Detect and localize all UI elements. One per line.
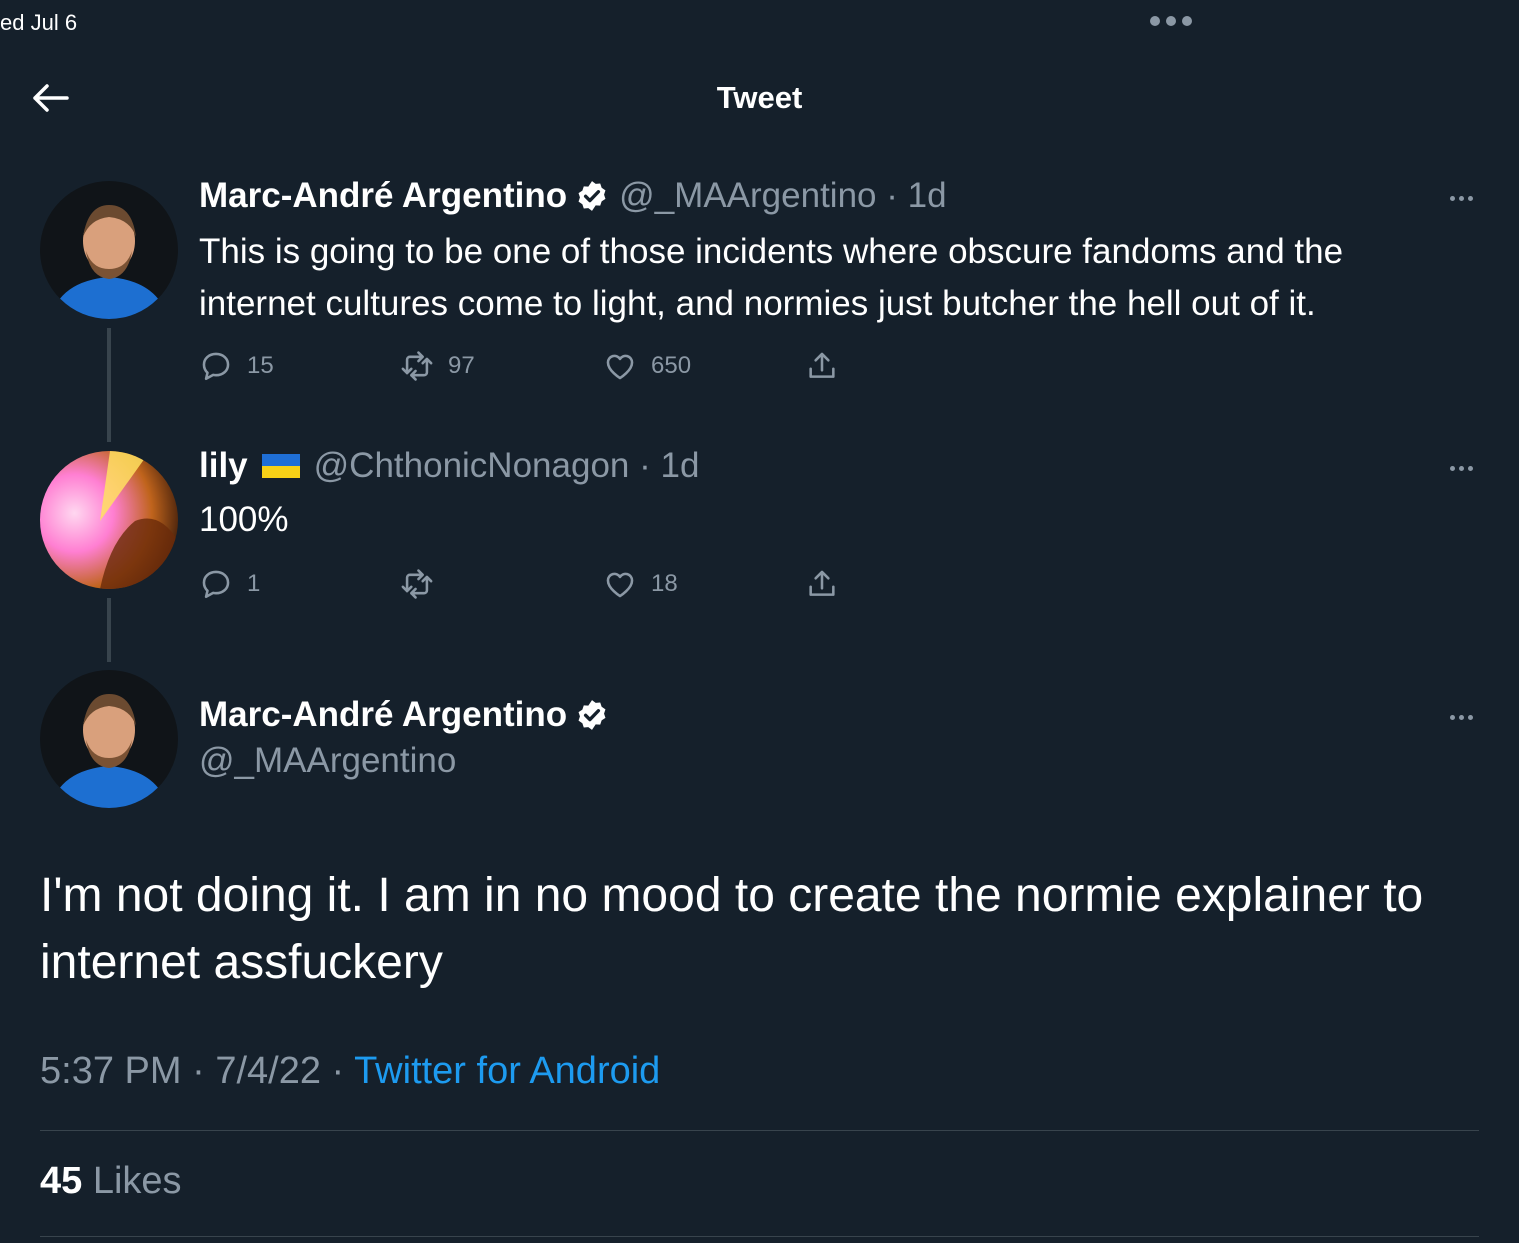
like-button[interactable]: 650 — [603, 349, 691, 383]
tweet-date[interactable]: 7/4/22 — [215, 1050, 321, 1092]
main-author-name[interactable]: Marc-André Argentino — [199, 695, 567, 735]
like-count: 18 — [651, 570, 678, 597]
status-bar-date: ed Jul 6 — [0, 10, 78, 35]
multitask-dots-icon[interactable] — [1150, 16, 1192, 26]
tweet-text: 100% — [199, 500, 289, 539]
tweet-time[interactable]: 1d — [908, 176, 947, 216]
main-author-row: Marc-André Argentino — [199, 695, 619, 735]
more-options-icon[interactable] — [1441, 707, 1481, 727]
likes-count: 45 — [40, 1160, 83, 1202]
avatar[interactable] — [40, 670, 178, 808]
retweet-button[interactable] — [400, 567, 448, 601]
retweet-button[interactable]: 97 — [400, 349, 475, 383]
reply-button[interactable]: 15 — [199, 349, 274, 383]
thread-connector — [107, 598, 111, 662]
share-button[interactable] — [805, 567, 839, 601]
likes-summary[interactable]: 45 Likes — [40, 1160, 182, 1203]
retweet-icon — [401, 569, 433, 599]
share-icon — [809, 352, 835, 378]
share-button[interactable] — [805, 349, 839, 383]
retweet-icon — [401, 351, 433, 381]
more-options-icon[interactable] — [1441, 458, 1481, 478]
tweet-header: Marc-André Argentino @_MAArgentino · 1d — [199, 176, 947, 216]
divider — [40, 1236, 1479, 1237]
reply-count: 15 — [247, 352, 274, 379]
page-title: Tweet — [716, 80, 803, 115]
back-arrow-icon — [33, 84, 69, 112]
back-button[interactable] — [28, 78, 72, 118]
reply-icon — [202, 352, 230, 381]
author-handle[interactable]: @_MAArgentino — [619, 176, 876, 216]
avatar[interactable] — [40, 451, 178, 589]
tweet-meta: 5:37 PM · 7/4/22 · Twitter for Android — [40, 1050, 661, 1092]
tweet-text: This is going to be one of those inciden… — [199, 232, 1344, 323]
avatar[interactable] — [40, 181, 178, 319]
like-button[interactable]: 18 — [603, 567, 678, 601]
likes-label: Likes — [92, 1160, 182, 1202]
tweet-time[interactable]: 1d — [661, 446, 700, 486]
main-tweet-text: I'm not doing it. I am in no mood to cre… — [40, 869, 1424, 989]
author-name[interactable]: lily — [199, 446, 248, 486]
author-name[interactable]: Marc-André Argentino — [199, 176, 567, 216]
heart-icon — [606, 572, 634, 598]
share-icon — [809, 570, 835, 596]
heart-icon — [606, 354, 634, 380]
tweet-source-link[interactable]: Twitter for Android — [354, 1050, 660, 1092]
like-count: 650 — [651, 352, 692, 379]
author-handle[interactable]: @ChthonicNonagon — [314, 446, 630, 486]
reply-count: 1 — [247, 570, 261, 597]
verified-badge-icon — [578, 181, 606, 211]
verified-badge-icon — [578, 700, 606, 730]
main-author-handle[interactable]: @_MAArgentino — [199, 741, 456, 781]
tweet-timestamp[interactable]: 5:37 PM — [40, 1050, 182, 1092]
thread-connector — [107, 328, 111, 442]
reply-icon — [202, 570, 230, 599]
more-options-icon[interactable] — [1441, 188, 1481, 208]
divider — [40, 1130, 1479, 1131]
reply-button[interactable]: 1 — [199, 567, 260, 601]
ukraine-flag-icon — [261, 454, 300, 478]
tweet-header: lily @ChthonicNonagon · 1d — [199, 446, 700, 486]
retweet-count: 97 — [448, 352, 475, 379]
